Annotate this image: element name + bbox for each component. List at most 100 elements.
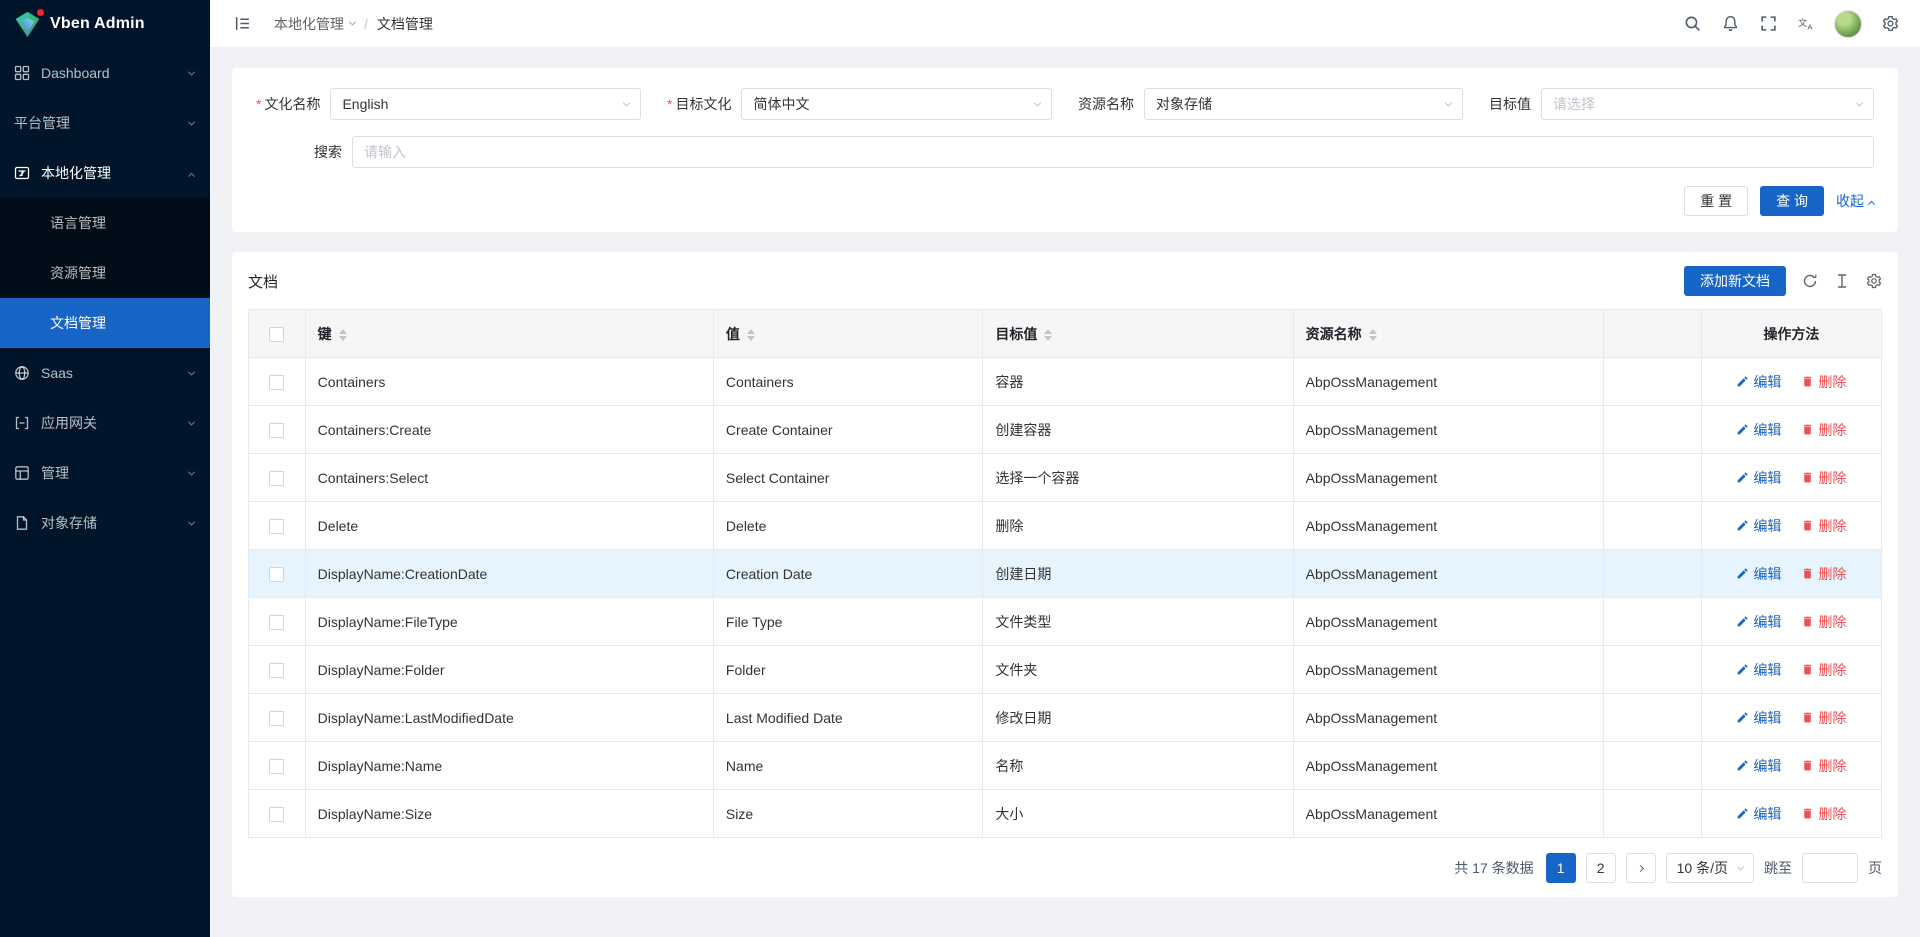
cell-resource-name: AbpOssManagement	[1293, 694, 1603, 742]
row-checkbox[interactable]	[269, 423, 284, 438]
saas-icon	[14, 365, 31, 382]
chevron-down-icon	[188, 118, 195, 125]
table-settings-gear-icon[interactable]	[1866, 273, 1882, 289]
chevron-up-icon	[1868, 200, 1875, 207]
cell-resource-name: AbpOssManagement	[1293, 550, 1603, 598]
menu-fold-icon[interactable]	[226, 8, 258, 40]
row-checkbox[interactable]	[269, 807, 284, 822]
edit-button[interactable]: 编辑	[1736, 708, 1781, 728]
chevron-right-icon	[1637, 864, 1644, 871]
resource-name-select[interactable]: 对象存储	[1144, 88, 1463, 120]
cell-key: Containers:Create	[305, 406, 713, 454]
sidebar-item-resource-management[interactable]: 资源管理	[0, 248, 210, 298]
logo[interactable]: Vben Admin	[0, 0, 210, 48]
row-checkbox[interactable]	[269, 711, 284, 726]
sidebar-item-localization[interactable]: 本地化管理	[0, 148, 210, 198]
cell-actions: 编辑删除	[1701, 646, 1881, 694]
delete-button[interactable]: 删除	[1801, 516, 1846, 536]
localization-icon	[14, 165, 31, 182]
sidebar-item-saas[interactable]: Saas	[0, 348, 210, 398]
delete-button[interactable]: 删除	[1801, 420, 1846, 440]
cell-empty	[1603, 358, 1701, 406]
delete-button[interactable]: 删除	[1801, 756, 1846, 776]
select-all-checkbox[interactable]	[269, 327, 284, 342]
cell-key: Containers	[305, 358, 713, 406]
notification-bell-icon[interactable]	[1714, 8, 1746, 40]
page-size-select[interactable]: 10 条/页	[1666, 853, 1754, 883]
pencil-icon	[1736, 519, 1749, 532]
user-avatar[interactable]	[1834, 10, 1862, 38]
delete-button[interactable]: 删除	[1801, 708, 1846, 728]
cell-resource-name: AbpOssManagement	[1293, 790, 1603, 838]
column-header-key[interactable]: 键	[305, 310, 713, 358]
cell-actions: 编辑删除	[1701, 598, 1881, 646]
edit-button[interactable]: 编辑	[1736, 660, 1781, 680]
sidebar-item-dashboard[interactable]: Dashboard	[0, 48, 210, 98]
delete-button[interactable]: 删除	[1801, 372, 1846, 392]
row-checkbox[interactable]	[269, 567, 284, 582]
delete-button[interactable]: 删除	[1801, 660, 1846, 680]
cell-empty	[1603, 502, 1701, 550]
edit-button[interactable]: 编辑	[1736, 468, 1781, 488]
delete-button[interactable]: 删除	[1801, 564, 1846, 584]
fullscreen-icon[interactable]	[1752, 8, 1784, 40]
reset-button[interactable]: 重 置	[1684, 186, 1748, 216]
settings-gear-icon[interactable]	[1874, 8, 1906, 40]
delete-button[interactable]: 删除	[1801, 804, 1846, 824]
edit-button[interactable]: 编辑	[1736, 612, 1781, 632]
edit-button[interactable]: 编辑	[1736, 804, 1781, 824]
cell-actions: 编辑删除	[1701, 406, 1881, 454]
edit-button[interactable]: 编辑	[1736, 516, 1781, 536]
sidebar-item-admin[interactable]: 管理	[0, 448, 210, 498]
page-button-1[interactable]: 1	[1546, 853, 1576, 883]
sidebar: Vben Admin Dashboard 平台管理 本地化管理	[0, 0, 210, 937]
row-checkbox[interactable]	[269, 663, 284, 678]
page-button-2[interactable]: 2	[1586, 853, 1616, 883]
sidebar-item-platform[interactable]: 平台管理	[0, 98, 210, 148]
delete-button[interactable]: 删除	[1801, 468, 1846, 488]
required-asterisk: *	[667, 96, 672, 112]
cell-empty	[1603, 790, 1701, 838]
cell-target-value: 删除	[983, 502, 1293, 550]
table-row: DisplayName:CreationDateCreation Date创建日…	[249, 550, 1882, 598]
sidebar-item-gateway[interactable]: 应用网关	[0, 398, 210, 448]
cell-target-value: 大小	[983, 790, 1293, 838]
edit-button[interactable]: 编辑	[1736, 756, 1781, 776]
row-checkbox[interactable]	[269, 471, 284, 486]
next-page-button[interactable]	[1626, 853, 1656, 883]
sidebar-item-document-management[interactable]: 文档管理	[0, 298, 210, 348]
collapse-link[interactable]: 收起	[1836, 191, 1874, 211]
table-row: DisplayName:SizeSize大小AbpOssManagement编辑…	[249, 790, 1882, 838]
breadcrumb-item-parent[interactable]: 本地化管理	[274, 14, 355, 34]
search-input[interactable]	[352, 136, 1874, 168]
row-checkbox[interactable]	[269, 519, 284, 534]
row-checkbox[interactable]	[269, 375, 284, 390]
translate-icon[interactable]: 文A	[1790, 8, 1822, 40]
row-checkbox[interactable]	[269, 615, 284, 630]
delete-button[interactable]: 删除	[1801, 612, 1846, 632]
column-height-icon[interactable]	[1834, 273, 1850, 289]
search-icon[interactable]	[1676, 8, 1708, 40]
sidebar-item-object-storage[interactable]: 对象存储	[0, 498, 210, 548]
edit-button[interactable]: 编辑	[1736, 420, 1781, 440]
chevron-up-icon	[188, 172, 195, 179]
edit-button[interactable]: 编辑	[1736, 564, 1781, 584]
row-checkbox[interactable]	[269, 759, 284, 774]
target-culture-select[interactable]: 简体中文	[741, 88, 1052, 120]
column-header-resource-name[interactable]: 资源名称	[1293, 310, 1603, 358]
target-value-select[interactable]: 请选择	[1541, 88, 1874, 120]
table-body: ContainersContainers容器AbpOssManagement编辑…	[249, 358, 1882, 838]
add-document-button[interactable]: 添加新文档	[1684, 266, 1786, 296]
cell-resource-name: AbpOssManagement	[1293, 406, 1603, 454]
culture-name-select[interactable]: English	[330, 88, 641, 120]
trash-icon	[1801, 519, 1814, 532]
query-button[interactable]: 查 询	[1760, 186, 1824, 216]
column-header-value[interactable]: 值	[713, 310, 982, 358]
cell-value: Containers	[713, 358, 982, 406]
column-header-target-value[interactable]: 目标值	[983, 310, 1293, 358]
jump-page-input[interactable]	[1802, 853, 1858, 883]
cell-target-value: 修改日期	[983, 694, 1293, 742]
refresh-icon[interactable]	[1802, 273, 1818, 289]
edit-button[interactable]: 编辑	[1736, 372, 1781, 392]
sidebar-item-language-management[interactable]: 语言管理	[0, 198, 210, 248]
